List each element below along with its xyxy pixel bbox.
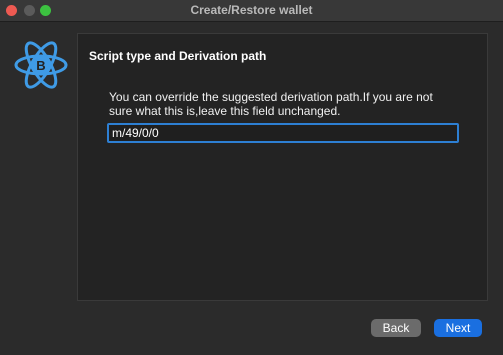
next-button[interactable]: Next (434, 319, 482, 337)
back-button[interactable]: Back (371, 319, 421, 337)
electrum-logo-icon: B (14, 41, 68, 89)
title-bar: Create/Restore wallet (0, 0, 503, 22)
derivation-path-input[interactable] (107, 123, 459, 143)
window-title: Create/Restore wallet (190, 3, 313, 17)
content-panel: Script type and Derivation path You can … (77, 33, 488, 301)
section-heading: Script type and Derivation path (89, 49, 267, 63)
svg-text:B: B (36, 58, 45, 73)
derivation-description: You can override the suggested derivatio… (109, 90, 433, 118)
